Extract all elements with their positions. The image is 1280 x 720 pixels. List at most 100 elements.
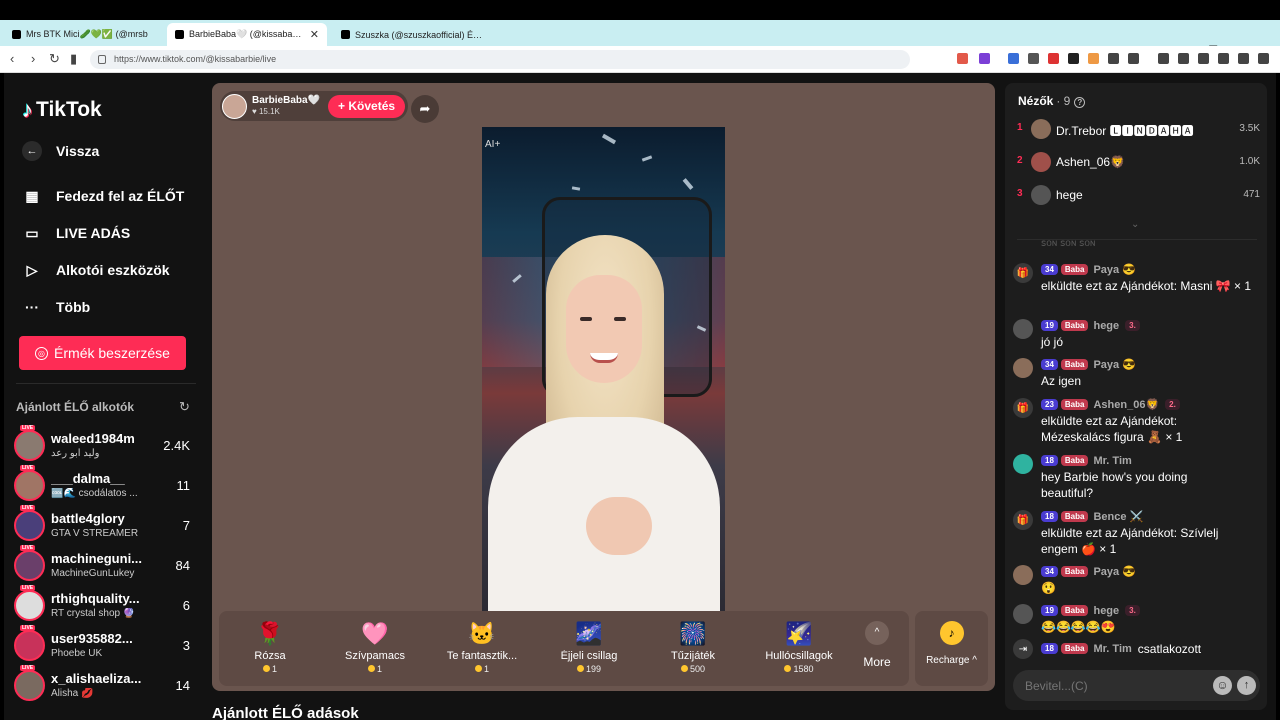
expand-viewers-icon[interactable]: ⌄ — [1131, 219, 1139, 230]
gift-item[interactable]: 🌹 Rózsa 1 — [220, 619, 320, 674]
viewer-rank: 1 — [1017, 122, 1023, 133]
message-user[interactable]: Paya 😎 — [1093, 263, 1135, 276]
extension-icon[interactable] — [1048, 53, 1059, 64]
triangle-extension-icon[interactable] — [979, 53, 990, 64]
host-avatar[interactable] — [222, 93, 247, 119]
media-icon[interactable] — [1158, 53, 1169, 64]
live-badge: LIVE — [20, 545, 36, 551]
shooting-stars-icon: 🌠 — [785, 621, 813, 646]
chat-input-box: ☺ ↑ — [1013, 670, 1260, 701]
refresh-icon[interactable]: ↻ — [179, 399, 190, 415]
message-user[interactable]: Paya 😎 — [1093, 565, 1135, 578]
menu-icon[interactable] — [1258, 53, 1269, 64]
message-user[interactable]: hege — [1093, 320, 1119, 332]
creator-name: ___dalma__ — [51, 471, 125, 486]
emoji-icon[interactable]: ☺ — [1213, 676, 1232, 695]
forward-arrow-icon[interactable]: › — [31, 51, 35, 66]
creator-name: rthighquality... — [51, 591, 140, 606]
recommended-lives-title: Ajánlott ÉLŐ adások — [212, 705, 359, 720]
puzzle-extension-icon[interactable] — [1108, 53, 1119, 64]
chat-message[interactable]: 34 Baba Paya 😎 Az igen — [1013, 358, 1263, 389]
chat-message[interactable]: 🎁 23 Baba Ashen_06🦁 2. elküldte ezt az Aján… — [1013, 398, 1263, 445]
nav-go-live[interactable]: ▭ LIVE ADÁS — [22, 223, 130, 243]
site-info-icon[interactable] — [98, 55, 106, 64]
reload-icon[interactable]: ↻ — [49, 51, 60, 67]
back-arrow-icon[interactable]: ‹ — [10, 51, 14, 66]
wallet-icon[interactable] — [1198, 53, 1209, 64]
browser-tab-active[interactable]: BarbieBaba🤍 (@kissabarbie ✕ — [167, 23, 327, 46]
message-user[interactable]: Paya 😎 — [1093, 358, 1135, 371]
gift-item[interactable]: 🩷 Szívpamacs 1 — [325, 619, 425, 674]
gift-item[interactable]: 🐱 Te fantasztik... 1 — [432, 619, 532, 674]
extension-icon[interactable] — [1128, 53, 1139, 64]
top-viewer-row[interactable]: 3 hege 471 — [1017, 184, 1262, 206]
bookmark-icon[interactable]: ▮ — [70, 51, 77, 67]
more-gifts-button[interactable]: ^ More — [853, 621, 901, 669]
share-icon[interactable]: ➦ — [411, 95, 439, 123]
back-nav-item[interactable]: ← Vissza — [22, 141, 99, 161]
extension-icon[interactable] — [1028, 53, 1039, 64]
chat-message[interactable]: 🎁 34 Baba Paya 😎 elküldte ezt az Ajándékot… — [1013, 263, 1263, 294]
get-coins-button[interactable]: ◎ Érmék beszerzése — [19, 336, 186, 370]
follow-button[interactable]: + Követés — [328, 94, 406, 118]
chat-message[interactable]: 34 Baba Paya 😎 😲 — [1013, 565, 1263, 596]
creator-item[interactable]: LIVE ___dalma__ 🆒🌊 csodálatos ... 11 — [14, 465, 194, 507]
browser-tab[interactable]: Szuszka (@szuszkaofficial) ÉLŐ adás — [333, 23, 493, 46]
top-viewer-row[interactable]: 1 Dr.Trebor 🅻🅸🅽🅳🅰🅷🅰 3.5K — [1017, 118, 1262, 140]
gift-item[interactable]: 🌌 Éjjeli csillag 199 — [539, 619, 639, 674]
avatar — [1031, 185, 1051, 205]
message-user[interactable]: Mr. Tim — [1093, 643, 1131, 655]
fan-badge: Baba — [1060, 399, 1089, 410]
gift-item[interactable]: 🎆 Tűzijáték 500 — [643, 619, 743, 674]
creator-item[interactable]: LIVE waleed1984m وليد ابو رعد 2.4K — [14, 425, 194, 467]
message-user[interactable]: Ashen_06🦁 — [1093, 398, 1159, 411]
sidebar-icon[interactable] — [1178, 53, 1189, 64]
viewer-name: Dr.Trebor 🅻🅸🅽🅳🅰🅷🅰 — [1056, 124, 1194, 138]
nav-more[interactable]: ··· Több — [22, 297, 90, 317]
copilot-icon[interactable] — [1218, 53, 1229, 64]
back-arrow-icon: ← — [22, 141, 42, 161]
recharge-button[interactable]: ♪ Recharge ^ — [915, 611, 988, 686]
live-video[interactable]: AI+ — [482, 127, 725, 611]
viewer-score: 3.5K — [1239, 123, 1260, 134]
nav-explore-live[interactable]: ▦ Fedezd fel az ÉLŐT — [22, 186, 184, 206]
level-badge: 18 — [1041, 455, 1058, 466]
avatar — [1013, 565, 1033, 585]
gift-name: Te fantasztik... — [446, 650, 518, 662]
host-info[interactable]: BarbieBaba🤍 ♥ 15.1K + Követés — [220, 91, 409, 121]
translate-extension-icon[interactable] — [1008, 53, 1019, 64]
address-bar[interactable]: https://www.tiktok.com/@kissabarbie/live — [90, 50, 910, 69]
message-user[interactable]: Bence ⚔️ — [1093, 510, 1143, 523]
nav-creator-tools[interactable]: ▷ Alkotói eszközök — [22, 260, 170, 280]
gift-item[interactable]: 🌠 Hullócsillagok 1580 — [749, 619, 849, 674]
extension-icon[interactable] — [1068, 53, 1079, 64]
close-tab-icon[interactable]: ✕ — [310, 28, 319, 41]
creator-item[interactable]: LIVE x_alishaeliza... Alisha 💋 14 — [14, 665, 194, 707]
shield-extension-icon[interactable] — [957, 53, 968, 64]
send-icon[interactable]: ↑ — [1237, 676, 1256, 695]
help-icon[interactable]: ? — [1074, 97, 1086, 108]
extension-icon[interactable] — [1088, 53, 1099, 64]
back-label: Vissza — [56, 143, 100, 159]
gift-icon: 🎁 — [1013, 263, 1033, 283]
chat-message[interactable]: 🎁 18 Baba Bence ⚔️ elküldte ezt az Ajándék… — [1013, 510, 1263, 557]
browser-tab[interactable]: Mrs BTK Mici🥒💚✅ (@mrsb — [4, 23, 164, 46]
message-user[interactable]: hege — [1093, 605, 1119, 617]
avatar — [1013, 319, 1033, 339]
chat-message[interactable]: 19 Baba hege 3. 😂😂😂😂😍 — [1013, 604, 1263, 635]
creator-item[interactable]: LIVE battle4glory GTA V STREAMER 7 — [14, 505, 194, 547]
chat-join-message[interactable]: ⇥ 18 Baba Mr. Tim csatlakozott — [1013, 639, 1263, 659]
creator-item[interactable]: LIVE rthighquality... RT crystal shop 🔮 … — [14, 585, 194, 627]
creator-item[interactable]: LIVE machineguni... MachineGunLukey 84 — [14, 545, 194, 587]
creator-item[interactable]: LIVE user935882... Phoebe UK 3 — [14, 625, 194, 667]
top-viewer-row[interactable]: 2 Ashen_06🦁 1.0K — [1017, 151, 1262, 173]
chat-input[interactable] — [1025, 677, 1205, 694]
level-badge: 18 — [1041, 511, 1058, 522]
rank-badge: 3. — [1125, 605, 1140, 616]
chat-message[interactable]: 18 Baba Mr. Tim hey Barbie how's you doing… — [1013, 454, 1263, 501]
security-icon[interactable] — [1238, 53, 1249, 64]
tiktok-logo[interactable]: ♪ TikTok — [22, 97, 102, 123]
chat-message[interactable]: 19 Baba hege 3. jó jó — [1013, 319, 1263, 350]
message-user[interactable]: Mr. Tim — [1093, 455, 1131, 467]
avatar — [14, 510, 45, 541]
